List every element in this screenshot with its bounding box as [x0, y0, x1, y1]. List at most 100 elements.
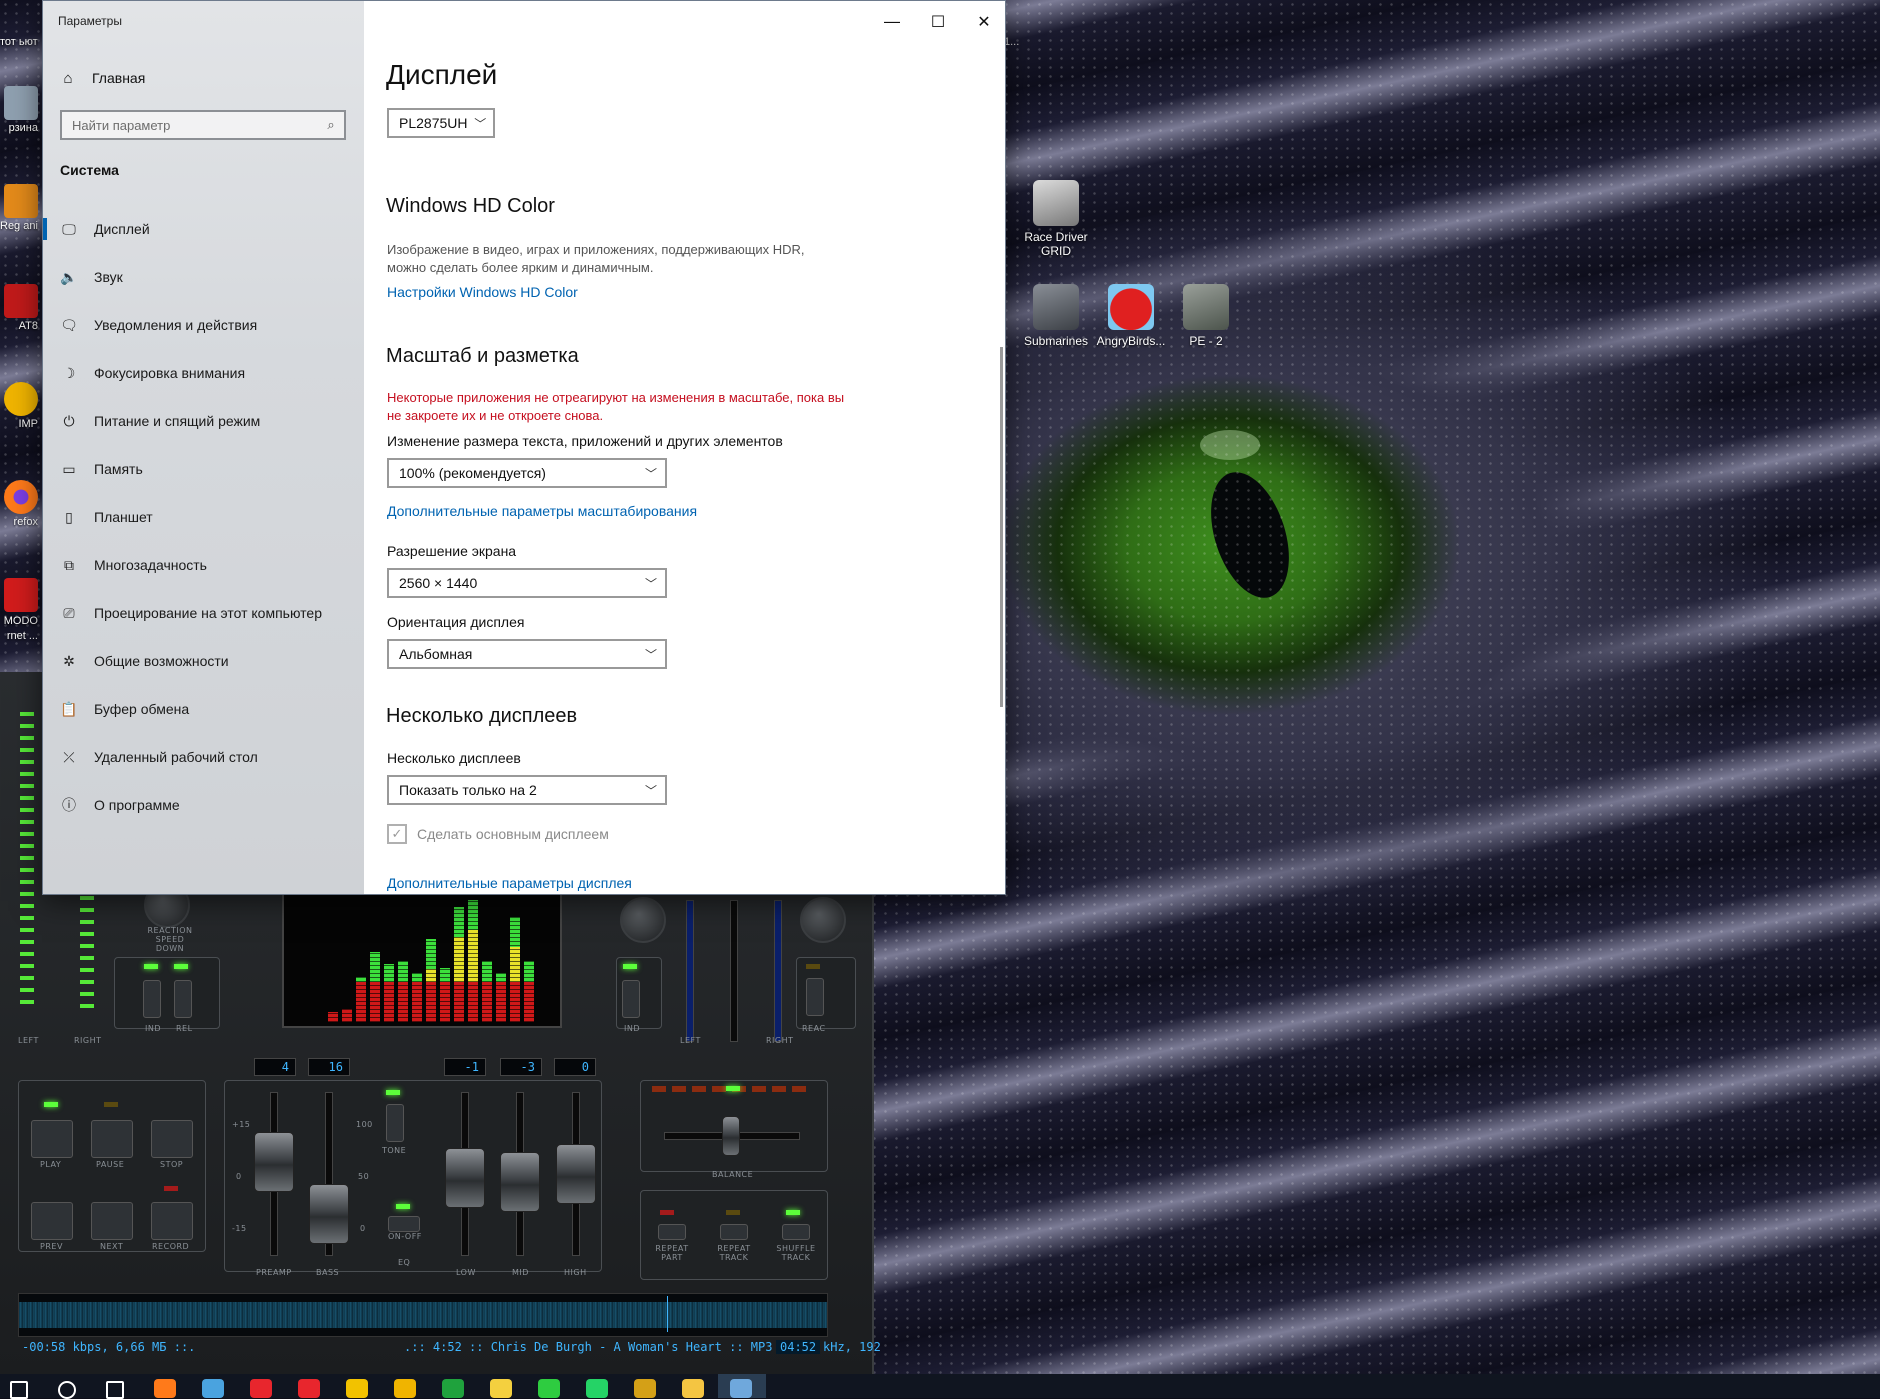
ind-switch[interactable]	[143, 980, 161, 1018]
scrollbar[interactable]	[1000, 347, 1003, 707]
nav-item-shared[interactable]: ✲ Общие возможности	[43, 641, 364, 681]
nav-item-speaker[interactable]: 🔈 Звук	[43, 257, 364, 297]
record-button[interactable]	[151, 1202, 193, 1240]
advanced-display-link[interactable]: Дополнительные параметры дисплея	[387, 875, 632, 891]
whatsapp-icon[interactable]	[586, 1379, 608, 1398]
rel-label: REL	[176, 1024, 193, 1033]
search-icon[interactable]	[58, 1381, 76, 1399]
reac-switch[interactable]	[806, 978, 824, 1016]
desktop-icon-aimp[interactable]: IMP	[0, 382, 38, 430]
main-display-checkbox[interactable]: ✓ Сделать основным дисплеем	[387, 824, 609, 844]
aimp-icon[interactable]	[394, 1379, 416, 1398]
desktop-icon-submarines[interactable]: Submarines	[1014, 284, 1098, 348]
search-input[interactable]	[62, 116, 318, 134]
desktop-icon-label: рзина	[8, 122, 38, 134]
nav-item-label: О программе	[94, 797, 180, 813]
firefox-icon[interactable]	[154, 1379, 176, 1398]
game-icon[interactable]	[634, 1379, 656, 1398]
shuffle-track-button[interactable]	[782, 1224, 810, 1240]
rel-led	[174, 964, 188, 969]
play-led	[44, 1102, 58, 1107]
tree-icon[interactable]	[538, 1379, 560, 1398]
nav-home[interactable]: ⌂ Главная	[58, 67, 145, 89]
low-label: LOW	[456, 1268, 476, 1277]
desktop-icon-recycle-bin[interactable]: рзина	[0, 86, 38, 134]
high-slider[interactable]	[556, 1144, 596, 1204]
nav-item-label: Удаленный рабочий стол	[94, 749, 258, 765]
nav-item-info[interactable]: ⓘ О программе	[43, 785, 364, 825]
reac-panel	[796, 957, 856, 1029]
ind-led	[144, 964, 158, 969]
hwmonitor-icon[interactable]	[442, 1379, 464, 1398]
desktop-icon-this-pc[interactable]: тот ьютер	[0, 18, 38, 48]
prev-button[interactable]	[31, 1202, 73, 1240]
maximize-button[interactable]: ☐	[915, 3, 961, 39]
stop-button[interactable]	[151, 1120, 193, 1158]
nav-item-label: Дисплей	[94, 221, 150, 237]
eq-on-off-button[interactable]	[388, 1216, 420, 1232]
nav-item-remote-desktop[interactable]: ⤫ Удаленный рабочий стол	[43, 737, 364, 777]
explorer-icon[interactable]	[682, 1379, 704, 1398]
desktop-icon-angrybirds[interactable]: AngryBirds...	[1089, 284, 1173, 348]
desktop-icon-pe2[interactable]: PE - 2	[1164, 284, 1248, 348]
moon-icon: ☽	[62, 364, 76, 381]
star-icon[interactable]	[490, 1379, 512, 1398]
hdr-heading: Windows HD Color	[386, 195, 555, 217]
desktop-icon-firefox[interactable]: refox	[0, 480, 38, 528]
opera-icon[interactable]	[250, 1379, 272, 1398]
nav-item-multitask[interactable]: ⧉ Многозадачность	[43, 545, 364, 585]
ind-switch-right[interactable]	[622, 980, 640, 1018]
chrome-icon[interactable]	[202, 1379, 224, 1398]
nav-item-storage[interactable]: ▭ Память	[43, 449, 364, 489]
orientation-select[interactable]: Альбомная ﹀	[387, 639, 667, 669]
tone-switch[interactable]	[386, 1104, 404, 1142]
search-box[interactable]: ⌕	[60, 110, 346, 140]
nav-item-project[interactable]: ⎚ Проецирование на этот компьютер	[43, 593, 364, 633]
waveform-seekbar[interactable]	[18, 1293, 828, 1337]
taskbar	[0, 1374, 1880, 1398]
pause-button[interactable]	[91, 1120, 133, 1158]
low-slider[interactable]	[445, 1148, 485, 1208]
rel-switch[interactable]	[174, 980, 192, 1018]
desktop-icon-comodo[interactable]: MODO rnet ...	[0, 578, 38, 644]
repeat-part-button[interactable]	[658, 1224, 686, 1240]
hdr-settings-link[interactable]: Настройки Windows HD Color	[387, 284, 578, 300]
start-icon[interactable]	[10, 1381, 28, 1399]
nav-item-moon[interactable]: ☽ Фокусировка внимания	[43, 353, 364, 393]
preamp-slider[interactable]	[254, 1132, 294, 1192]
clipboard-icon: 📋	[60, 700, 78, 717]
nav-item-notification[interactable]: 🗨 Уведомления и действия	[43, 305, 364, 345]
nav-item-label: Фокусировка внимания	[94, 365, 246, 381]
balance-slider[interactable]	[722, 1116, 740, 1156]
mid-slider[interactable]	[500, 1152, 540, 1212]
desktop-icon-race-driver-grid[interactable]: Race Driver GRID	[1014, 180, 1098, 258]
close-button[interactable]: ✕	[961, 3, 1005, 39]
eq-on-off-label: ON-OFF	[388, 1232, 422, 1241]
repeat-track-button[interactable]	[720, 1224, 748, 1240]
scale-select[interactable]: 100% (рекомендуется) ﹀	[387, 458, 667, 488]
next-button[interactable]	[91, 1202, 133, 1240]
desktop-icon-at8[interactable]: AT8	[0, 284, 38, 332]
stray-text: 1...	[1004, 36, 1020, 48]
bass-slider[interactable]	[309, 1184, 349, 1244]
search-icon[interactable]: ⌕	[318, 118, 344, 133]
right-knob[interactable]	[800, 897, 846, 943]
nav-item-power[interactable]: ⏻ Питание и спящий режим	[43, 401, 364, 441]
nav-item-tablet[interactable]: ▯ Планшет	[43, 497, 364, 537]
right-label: RIGHT	[74, 1036, 102, 1045]
task-view-icon[interactable]	[106, 1381, 124, 1399]
minimize-button[interactable]: ―	[869, 3, 915, 39]
winamp-icon[interactable]	[346, 1379, 368, 1398]
desktop-icon-reg-organizer[interactable]: Reg anizer	[0, 184, 38, 232]
repeat-part-label: REPEAT PART	[655, 1244, 689, 1262]
settings-icon[interactable]	[730, 1379, 752, 1398]
advanced-scaling-link[interactable]: Дополнительные параметры масштабирования	[387, 503, 697, 519]
monitor-select[interactable]: PL2875UH ﹀	[387, 108, 495, 138]
resolution-select[interactable]: 2560 × 1440 ﹀	[387, 568, 667, 598]
nav-item-clipboard[interactable]: 📋 Буфер обмена	[43, 689, 364, 729]
play-button[interactable]	[31, 1120, 73, 1158]
left-knob[interactable]	[620, 897, 666, 943]
multi-display-select[interactable]: Показать только на 2 ﹀	[387, 775, 667, 805]
nav-item-monitor[interactable]: 🖵 Дисплей	[43, 209, 364, 249]
opera-gx-icon[interactable]	[298, 1379, 320, 1398]
